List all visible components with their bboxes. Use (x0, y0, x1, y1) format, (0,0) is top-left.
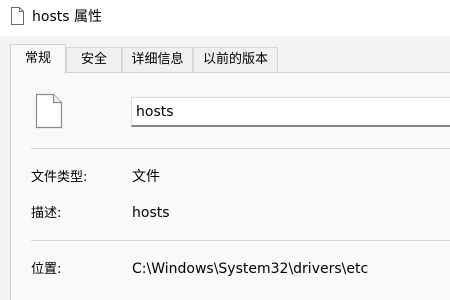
description-label: 描述: (31, 206, 62, 221)
title-bar[interactable]: hosts 属性 (0, 0, 450, 36)
tab-strip: 常规 安全 详细信息 以前的版本 (0, 36, 450, 74)
tab-previous-versions[interactable]: 以前的版本 (193, 47, 278, 72)
tab-general[interactable]: 常规 (10, 44, 66, 74)
file-type-value: 文件 (132, 169, 160, 185)
document-icon (35, 93, 63, 129)
file-type-label: 文件类型: (31, 170, 88, 185)
tab-security[interactable]: 安全 (66, 47, 122, 72)
window-title: hosts 属性 (32, 9, 102, 25)
general-tab-panel: 文件类型: 文件 描述: hosts 位置: C:\Windows\System… (10, 72, 450, 300)
location-label: 位置: (31, 262, 62, 277)
tab-details[interactable]: 详细信息 (122, 47, 193, 72)
location-value[interactable]: C:\Windows\System32\drivers\etc (132, 261, 368, 277)
divider (31, 148, 450, 149)
description-value: hosts (132, 205, 170, 221)
properties-window: hosts 属性 常规 安全 详细信息 以前的版本 文件类型: 文件 描述: h… (0, 0, 450, 300)
document-icon (11, 7, 24, 25)
divider (31, 240, 450, 241)
file-name-input[interactable] (131, 97, 450, 127)
